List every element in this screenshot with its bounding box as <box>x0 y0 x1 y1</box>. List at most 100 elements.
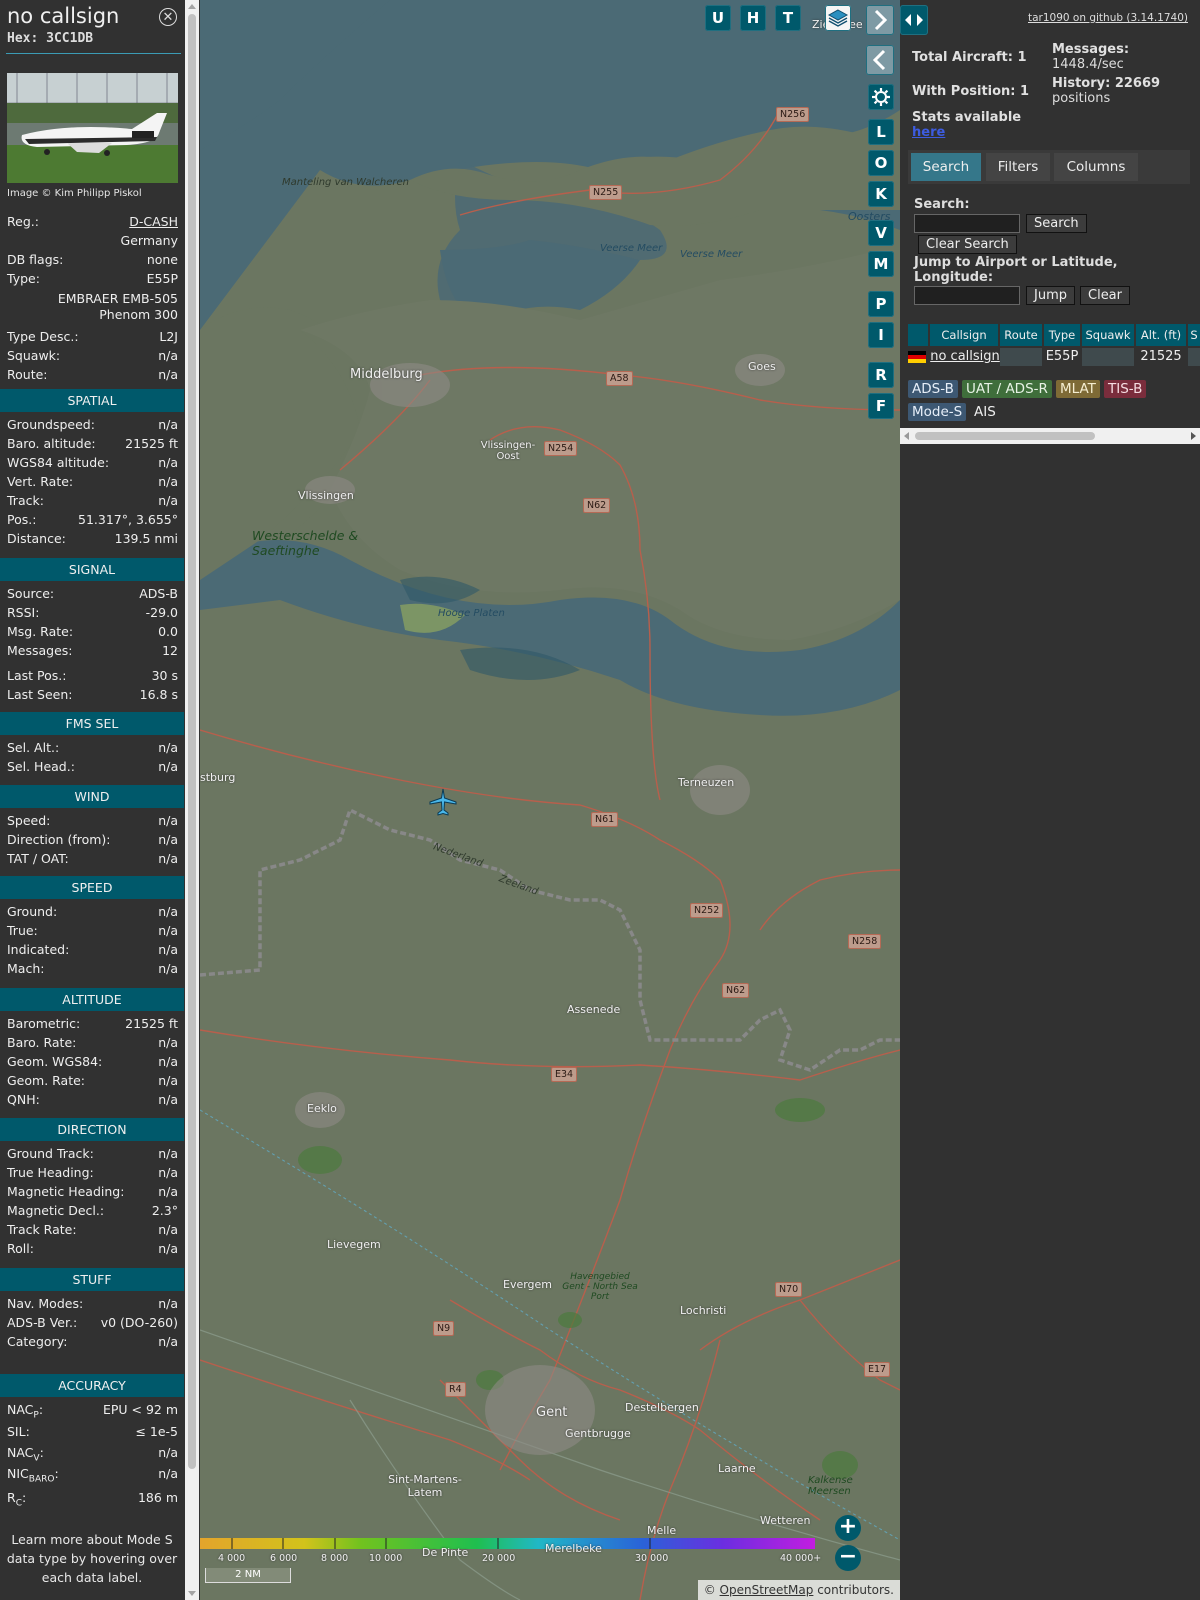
map-button-u[interactable]: U <box>705 5 731 31</box>
map-button-l[interactable]: L <box>868 119 894 145</box>
col-squawk[interactable]: Squawk <box>1082 324 1134 346</box>
info-row-label[interactable]: Ground: <box>7 903 57 921</box>
info-row-label[interactable]: NACV: <box>7 1444 44 1468</box>
info-row-label[interactable]: Roll: <box>7 1240 34 1258</box>
jump-button[interactable]: Jump <box>1026 286 1075 305</box>
split-toggle-button[interactable] <box>900 5 928 35</box>
row-callsign[interactable]: no callsign <box>930 348 1000 366</box>
tab-columns[interactable]: Columns <box>1054 153 1138 181</box>
tab-filters[interactable]: Filters <box>986 153 1050 181</box>
place-goes: Goes <box>748 360 776 373</box>
settings-button[interactable] <box>868 84 894 110</box>
scroll-left-arrow-icon[interactable] <box>904 432 909 440</box>
info-row-label-colon: : <box>21 1490 27 1505</box>
table-hscrollbar[interactable] <box>900 428 1200 444</box>
clear-jump-button[interactable]: Clear <box>1080 286 1130 305</box>
scroll-thumb[interactable] <box>188 14 196 1469</box>
map-button-k[interactable]: K <box>868 181 894 207</box>
info-row-label[interactable]: Last Seen: <box>7 686 72 704</box>
tab-search[interactable]: Search <box>911 153 981 181</box>
aircraft-photo[interactable] <box>7 73 178 183</box>
zoom-in-button[interactable]: + <box>835 1515 861 1541</box>
scroll-right-arrow-icon[interactable] <box>1191 432 1196 440</box>
info-row-label[interactable]: Barometric: <box>7 1015 80 1033</box>
col-callsign[interactable]: Callsign <box>930 324 998 346</box>
info-row-label[interactable]: Geom. Rate: <box>7 1072 85 1090</box>
info-row-value: n/a <box>158 1035 178 1050</box>
info-row-label[interactable]: Sel. Head.: <box>7 758 75 776</box>
hscroll-thumb[interactable] <box>915 432 1095 440</box>
map-button-p[interactable]: P <box>868 291 894 317</box>
info-row-label[interactable]: TAT / OAT: <box>7 850 69 868</box>
expand-right-button[interactable] <box>866 5 894 35</box>
info-row-label[interactable]: Last Pos.: <box>7 667 66 685</box>
layers-button[interactable] <box>825 5 851 31</box>
stats-link[interactable]: here <box>912 125 945 140</box>
info-row-label[interactable]: Source: <box>7 585 54 603</box>
col-route[interactable]: Route <box>1000 324 1042 346</box>
info-row-label[interactable]: Baro. Rate: <box>7 1034 76 1052</box>
info-row-label[interactable]: RC: <box>7 1489 26 1513</box>
info-scrollbar[interactable] <box>185 0 199 1600</box>
info-row-label[interactable]: Pos.: <box>7 511 36 529</box>
reg-link[interactable]: D-CASH <box>129 213 178 231</box>
info-row-label[interactable]: True Heading: <box>7 1164 94 1182</box>
place-eeklo: Eeklo <box>307 1102 337 1115</box>
info-row-label[interactable]: Track Rate: <box>7 1221 77 1239</box>
info-row-label[interactable]: Msg. Rate: <box>7 623 73 641</box>
info-row-label[interactable]: Groundspeed: <box>7 416 95 434</box>
info-row-label[interactable]: NICBARO: <box>7 1465 59 1489</box>
map-button-t[interactable]: T <box>775 5 801 31</box>
footer-line-2: data type by hovering over <box>6 1551 178 1566</box>
info-row-label[interactable]: ADS-B Ver.: <box>7 1314 77 1332</box>
info-row-label[interactable]: Distance: <box>7 530 66 548</box>
col-type[interactable]: Type <box>1044 324 1080 346</box>
map-button-f[interactable]: F <box>868 393 894 419</box>
info-row-label[interactable]: Ground Track: <box>7 1145 94 1163</box>
info-row-label[interactable]: Magnetic Decl.: <box>7 1202 104 1220</box>
info-row-label[interactable]: Direction (from): <box>7 831 111 849</box>
info-row-label[interactable]: Baro. altitude: <box>7 435 96 453</box>
map-view[interactable]: Middelburg Goes Vlissingen Vlissingen-Oo… <box>200 0 900 1600</box>
search-button[interactable]: Search <box>1026 214 1087 233</box>
place-evergem: Evergem <box>503 1278 553 1291</box>
map-button-r[interactable]: R <box>868 362 894 388</box>
info-row-label[interactable]: Track: <box>7 492 44 510</box>
info-row: Distance: 139.5 nmi <box>7 530 178 548</box>
info-row-label[interactable]: True: <box>7 922 38 940</box>
attribution-link[interactable]: OpenStreetMap <box>720 1583 814 1597</box>
col-s[interactable]: S <box>1188 324 1200 346</box>
info-row-label[interactable]: Vert. Rate: <box>7 473 73 491</box>
map-button-m[interactable]: M <box>868 251 894 277</box>
info-row-label[interactable]: SIL: <box>7 1423 30 1441</box>
scroll-up-arrow-icon[interactable] <box>188 4 196 9</box>
map-button-v[interactable]: V <box>868 220 894 246</box>
map-button-o[interactable]: O <box>868 150 894 176</box>
info-row-label[interactable]: QNH: <box>7 1091 40 1109</box>
info-row-label[interactable]: Category: <box>7 1333 67 1351</box>
info-row-label[interactable]: NACP: <box>7 1401 43 1425</box>
clear-search-button[interactable]: Clear Search <box>918 235 1017 254</box>
github-link[interactable]: tar1090 on github (3.14.1740) <box>1028 12 1188 24</box>
aircraft-marker-icon[interactable] <box>429 788 457 816</box>
zoom-out-button[interactable]: − <box>835 1545 861 1571</box>
search-input[interactable] <box>914 214 1020 233</box>
info-row-label[interactable]: Mach: <box>7 960 44 978</box>
info-row-label[interactable]: Indicated: <box>7 941 69 959</box>
scroll-down-arrow-icon[interactable] <box>188 1591 196 1596</box>
info-row-label[interactable]: WGS84 altitude: <box>7 454 109 472</box>
info-row-label[interactable]: Magnetic Heading: <box>7 1183 124 1201</box>
jump-input[interactable] <box>914 286 1020 305</box>
col-altitude[interactable]: Alt. (ft) <box>1136 324 1186 346</box>
map-button-i[interactable]: I <box>868 322 894 348</box>
info-row-label[interactable]: Geom. WGS84: <box>7 1053 102 1071</box>
info-row-label[interactable]: Nav. Modes: <box>7 1295 83 1313</box>
info-row-label[interactable]: Speed: <box>7 812 50 830</box>
close-icon[interactable]: ✕ <box>159 8 177 26</box>
col-flag[interactable] <box>908 324 928 346</box>
info-row-label[interactable]: RSSI: <box>7 604 39 622</box>
collapse-left-button[interactable] <box>866 45 894 75</box>
map-button-h[interactable]: H <box>740 5 766 31</box>
info-row-label[interactable]: Messages: <box>7 642 73 660</box>
info-row-label[interactable]: Sel. Alt.: <box>7 739 59 757</box>
